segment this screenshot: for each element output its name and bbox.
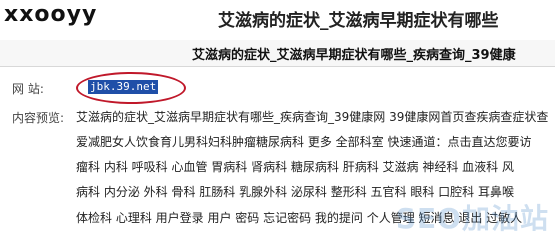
result-header: 艾滋病的症状_艾滋病早期症状有哪些_疾病查询_39健康: [0, 40, 555, 67]
result-title[interactable]: 艾滋病的症状_艾滋病早期症状有哪些_疾病查询_39健康: [192, 44, 516, 63]
site-label: 网 站:: [12, 82, 44, 96]
site-field: jbk.39.net: [76, 72, 186, 104]
preview-line: 爱减肥女人饮食育儿男科妇科肿瘤糖尿病科 更多 全部科室 快速通道：点击直达您要访: [76, 135, 532, 149]
page-title: 艾滋病的症状_艾滋病早期症状有哪些: [218, 11, 499, 31]
preview-line: 瘤科 内科 呼吸科 心血管 胃病科 肾病科 糖尿病科 肝病科 艾滋病 神经科 血…: [76, 160, 514, 174]
top-header: xxooyy 艾滋病的症状_艾滋病早期症状有哪些: [0, 0, 555, 41]
preview-line: 艾滋病的症状_艾滋病早期症状有哪些_疾病查询_39健康网 39健康网首页查疾病查…: [76, 110, 549, 124]
site-logo[interactable]: xxooyy: [4, 2, 97, 27]
site-url[interactable]: jbk.39.net: [88, 80, 159, 94]
preview-label: 内容预览:: [12, 111, 65, 125]
watermark: SEO加油站: [395, 202, 549, 235]
